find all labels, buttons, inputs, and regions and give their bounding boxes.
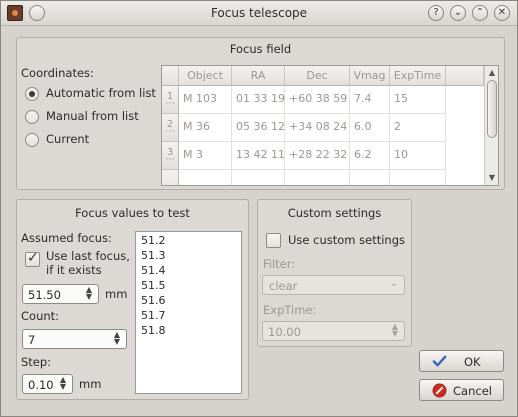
table-cell[interactable]: [179, 170, 232, 185]
exptime-spinbox[interactable]: 10.00 ▲ ▼: [262, 321, 405, 341]
radio-automatic-label[interactable]: Automatic from list: [46, 86, 156, 100]
list-item[interactable]: 51.6: [141, 294, 166, 307]
step-value[interactable]: 0.10: [28, 378, 54, 392]
scroll-down-icon[interactable]: ▼: [485, 173, 498, 182]
scrollbar-thumb[interactable]: [487, 80, 497, 138]
focus-telescope-dialog: Focus telescope ? ⌄ ⌃ ✕ Focus field Coor…: [0, 0, 518, 417]
column-header-ra[interactable]: RA: [232, 66, 285, 86]
use-last-focus-label[interactable]: Use last focus,: [46, 249, 130, 263]
list-item[interactable]: 51.8: [141, 324, 166, 337]
ok-button-label[interactable]: OK: [464, 355, 481, 369]
step-label: Step:: [21, 355, 52, 369]
count-label: Count:: [21, 309, 60, 323]
table-cell[interactable]: +28 22 32: [285, 142, 350, 170]
row-header[interactable]: 1 ⋯: [162, 86, 179, 114]
spin-arrows-icon[interactable]: ▲ ▼: [111, 331, 123, 347]
assumed-focus-label: Assumed focus:: [21, 231, 112, 245]
column-header-filler: [446, 66, 484, 86]
count-value[interactable]: 7: [28, 333, 35, 347]
column-header-dec[interactable]: Dec: [285, 66, 350, 86]
radio-automatic-from-list[interactable]: [25, 87, 39, 101]
filter-label: Filter:: [263, 257, 296, 271]
exptime-label: ExpTime:: [263, 303, 317, 317]
chevron-down-icon[interactable]: ⌄: [390, 278, 398, 289]
table-cell[interactable]: +34 08 24: [285, 114, 350, 142]
close-button[interactable]: ✕: [494, 5, 510, 21]
table-cell[interactable]: [350, 170, 390, 185]
table-scrollbar[interactable]: ▲ ▼: [484, 66, 498, 185]
table-cell[interactable]: 15: [390, 86, 446, 114]
step-unit: mm: [79, 377, 102, 391]
spin-arrows-icon[interactable]: ▲ ▼: [57, 376, 69, 392]
assumed-focus-value[interactable]: 51.50: [28, 288, 61, 302]
table-cell[interactable]: 7.4: [350, 86, 390, 114]
cancel-button-label[interactable]: Cancel: [453, 384, 492, 398]
cancel-button[interactable]: Cancel: [419, 379, 504, 401]
list-item[interactable]: 51.3: [141, 249, 166, 262]
radio-manual-label[interactable]: Manual from list: [46, 109, 139, 123]
radio-current-label[interactable]: Current: [46, 132, 89, 146]
exptime-value[interactable]: 10.00: [268, 325, 301, 339]
radio-current[interactable]: [25, 133, 39, 147]
table-cell[interactable]: 01 33 19: [232, 86, 285, 114]
table-cell[interactable]: 6.2: [350, 142, 390, 170]
table-cell[interactable]: [390, 170, 446, 185]
help-button[interactable]: ?: [428, 5, 444, 21]
custom-settings-title: Custom settings: [287, 206, 382, 220]
assumed-focus-unit: mm: [105, 287, 128, 301]
scroll-up-icon[interactable]: ▲: [485, 68, 498, 77]
row-header[interactable]: 3 ⋯: [162, 142, 179, 170]
table-cell[interactable]: 10: [390, 142, 446, 170]
focus-field-title: Focus field: [229, 42, 292, 56]
focus-values-title: Focus values to test: [75, 206, 190, 220]
column-header-object[interactable]: Object: [179, 66, 232, 86]
object-table[interactable]: Object RA Dec Vmag ExpTime 1 ⋯ M 103 01 3…: [161, 65, 499, 186]
use-last-focus-label-2[interactable]: if it exists: [46, 263, 102, 277]
ok-button[interactable]: OK: [419, 350, 504, 372]
checkmark-icon: [432, 355, 447, 367]
table-cell[interactable]: 13 42 11: [232, 142, 285, 170]
table-cell[interactable]: [285, 170, 350, 185]
list-item[interactable]: 51.7: [141, 309, 166, 322]
filter-value[interactable]: clear: [269, 279, 297, 293]
table-cell[interactable]: 6.0: [350, 114, 390, 142]
title-bar: Focus telescope ? ⌄ ⌃ ✕: [1, 1, 517, 26]
radio-manual-from-list[interactable]: [25, 110, 39, 124]
count-spinbox[interactable]: 7 ▲ ▼: [22, 329, 127, 349]
minimize-button[interactable]: ⌄: [450, 5, 466, 21]
cancel-icon: [432, 383, 447, 398]
list-item[interactable]: 51.4: [141, 264, 166, 277]
spin-arrows-icon[interactable]: ▲ ▼: [83, 286, 95, 302]
focus-values-list[interactable]: 51.2 51.3 51.4 51.5 51.6 51.7 51.8: [135, 231, 242, 394]
spin-arrows-icon[interactable]: ▲ ▼: [389, 323, 401, 339]
list-item[interactable]: 51.5: [141, 279, 166, 292]
column-header-exptime[interactable]: ExpTime: [390, 66, 446, 86]
row-header[interactable]: 2 ⋯: [162, 114, 179, 142]
row-header[interactable]: [162, 170, 179, 185]
use-custom-settings-label[interactable]: Use custom settings: [288, 233, 405, 247]
assumed-focus-spinbox[interactable]: 51.50 ▲ ▼: [22, 284, 99, 304]
filter-combobox[interactable]: clear ⌄: [262, 275, 405, 295]
use-last-focus-checkbox[interactable]: [25, 250, 40, 267]
table-cell[interactable]: 2: [390, 114, 446, 142]
table-cell[interactable]: +60 38 59: [285, 86, 350, 114]
table-cell[interactable]: M 36: [179, 114, 232, 142]
list-item[interactable]: 51.2: [141, 234, 166, 247]
coordinates-label: Coordinates:: [21, 66, 94, 80]
maximize-button[interactable]: ⌃: [472, 5, 488, 21]
step-spinbox[interactable]: 0.10 ▲ ▼: [22, 374, 73, 394]
table-corner: [162, 66, 179, 86]
table-cell[interactable]: M 3: [179, 142, 232, 170]
use-custom-settings-checkbox[interactable]: [266, 233, 281, 248]
table-cell[interactable]: 05 36 12: [232, 114, 285, 142]
table-cell[interactable]: M 103: [179, 86, 232, 114]
column-header-vmag[interactable]: Vmag: [350, 66, 390, 86]
table-cell[interactable]: [232, 170, 285, 185]
